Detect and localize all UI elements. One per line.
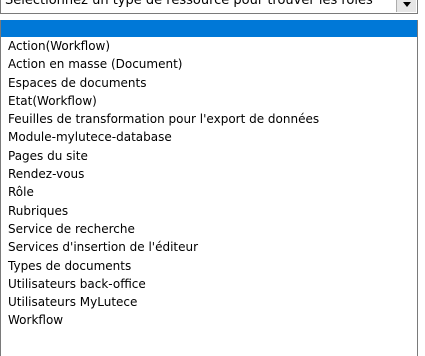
option-workflow[interactable]: Workflow <box>1 311 417 329</box>
option-action-en-masse[interactable]: Action en masse (Document) <box>1 55 417 73</box>
option-service-de-recherche[interactable]: Service de recherche <box>1 220 417 238</box>
dropdown-list: Action(Workflow) Action en masse (Docume… <box>0 20 418 356</box>
option-rubriques[interactable]: Rubriques <box>1 202 417 220</box>
option-module-mylutece-database[interactable]: Module-mylutece-database <box>1 128 417 146</box>
option-pages-du-site[interactable]: Pages du site <box>1 147 417 165</box>
option-role[interactable]: Rôle <box>1 183 417 201</box>
resource-type-select[interactable]: Sélectionnez un type de ressource pour t… <box>0 0 418 14</box>
select-current-value: Sélectionnez un type de ressource pour t… <box>5 0 373 8</box>
resource-type-select-window: Sélectionnez un type de ressource pour t… <box>0 0 425 356</box>
option-utilisateurs-back-office[interactable]: Utilisateurs back-office <box>1 275 417 293</box>
option-empty[interactable] <box>1 20 417 37</box>
option-services-d-insertion[interactable]: Services d'insertion de l'éditeur <box>1 238 417 256</box>
option-rendez-vous[interactable]: Rendez-vous <box>1 165 417 183</box>
option-types-de-documents[interactable]: Types de documents <box>1 257 417 275</box>
option-feuilles-de-transformation[interactable]: Feuilles de transformation pour l'export… <box>1 110 417 128</box>
option-utilisateurs-mylutece[interactable]: Utilisateurs MyLutece <box>1 293 417 311</box>
option-etat-workflow[interactable]: Etat(Workflow) <box>1 92 417 110</box>
option-action-workflow[interactable]: Action(Workflow) <box>1 37 417 55</box>
chevron-down-icon[interactable] <box>396 0 416 12</box>
option-espaces-de-documents[interactable]: Espaces de documents <box>1 74 417 92</box>
